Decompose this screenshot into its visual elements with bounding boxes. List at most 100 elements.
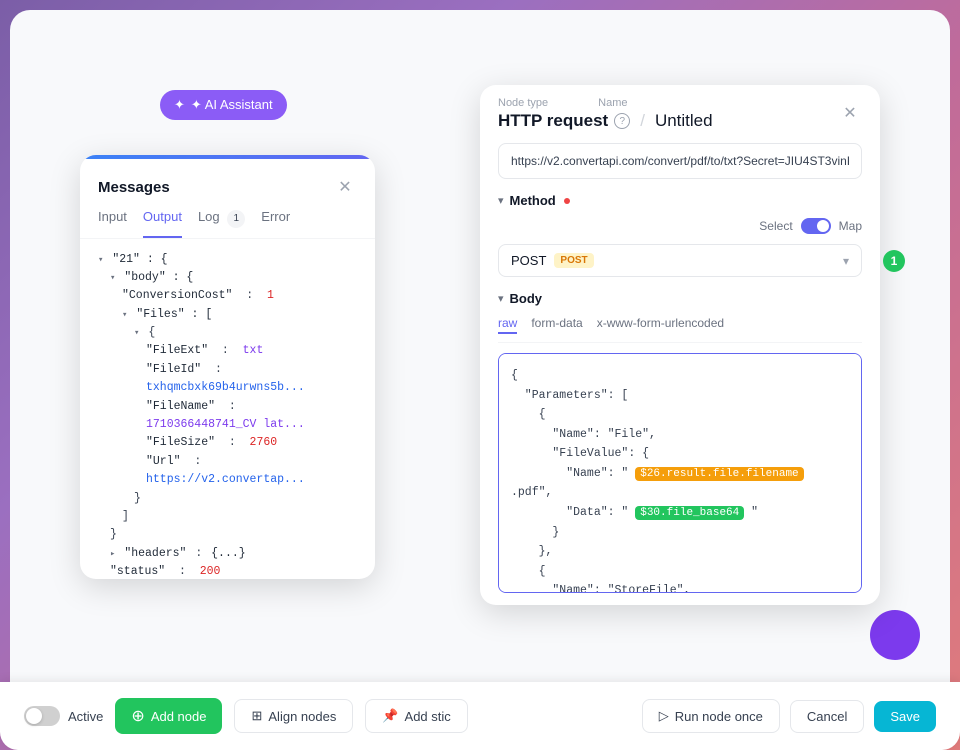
top-bar <box>10 10 950 66</box>
body-tab-form-data[interactable]: form-data <box>531 316 582 334</box>
plus-icon: ⊕ <box>131 706 144 726</box>
active-label: Active <box>68 709 103 724</box>
ai-assistant-button[interactable]: ✦ ✦ AI Assistant <box>160 90 287 120</box>
body-tab-raw[interactable]: raw <box>498 316 517 334</box>
body-section: ▾ Body raw form-data x-www-form-urlencod… <box>498 291 862 593</box>
required-indicator <box>564 198 570 204</box>
json-line-fileid: "FileId" : txhqmcbxk69b4urwns5b... <box>98 361 357 398</box>
tab-output[interactable]: Output <box>143 209 182 238</box>
json-line-5: ▾ { <box>98 324 357 342</box>
body-tabs: raw form-data x-www-form-urlencoded <box>498 316 862 343</box>
node-name-row: HTTP request ? / Untitled <box>498 111 713 131</box>
select-map-toggle-control[interactable] <box>801 218 831 234</box>
method-title: Method <box>510 193 556 208</box>
json-line-close-body: } <box>98 526 357 544</box>
active-toggle[interactable] <box>24 706 60 726</box>
ai-assistant-label: ✦ AI Assistant <box>191 97 273 113</box>
node-name-field[interactable]: Untitled <box>655 111 713 131</box>
select-label: Select <box>759 219 792 233</box>
align-nodes-button[interactable]: ⊞ Align nodes <box>234 699 353 733</box>
ai-icon: ✦ <box>174 97 185 113</box>
collapse-arrow-headers[interactable]: ▸ <box>110 547 115 561</box>
json-line-filename: "FileName" : 1710366448741_CV lat... <box>98 398 357 435</box>
code-line-11: "Name": "StoreFile", <box>511 581 849 593</box>
active-toggle-knob <box>26 708 42 724</box>
json-line-url: "Url" : https://v2.convertap... <box>98 453 357 490</box>
save-button[interactable]: Save <box>874 701 936 732</box>
body-title: Body <box>510 291 543 306</box>
json-line-close-obj: } <box>98 490 357 508</box>
select-map-toggle: Select Map <box>759 218 862 234</box>
tab-input[interactable]: Input <box>98 209 127 238</box>
messages-panel: Messages ✕ Input Output Log 1 Error ▾ "2… <box>80 155 375 579</box>
panel-title: Messages <box>98 179 170 196</box>
collapse-arrow-files[interactable]: ▾ <box>122 308 127 322</box>
map-label: Map <box>839 219 862 233</box>
json-line-2: ▾ "body" : { <box>98 269 357 287</box>
log-badge: 1 <box>227 210 245 228</box>
panel-content: ▾ "21" : { ▾ "body" : { "ConversionCost"… <box>80 239 375 579</box>
highlight-filebase64: $30.file_base64 <box>635 506 744 520</box>
align-icon: ⊞ <box>251 708 262 724</box>
method-label: POST <box>511 253 546 268</box>
code-line-8: } <box>511 523 849 543</box>
method-badge: POST <box>554 253 593 268</box>
json-line-1: ▾ "21" : { <box>98 251 357 269</box>
help-icon[interactable]: ? <box>614 113 630 129</box>
code-line-6: "Name": " $26.result.file.filename .pdf"… <box>511 464 849 503</box>
method-chevron[interactable]: ▾ <box>498 194 504 207</box>
tab-error[interactable]: Error <box>261 209 290 238</box>
highlight-filename: $26.result.file.filename <box>635 467 803 481</box>
http-request-panel: Node type Name HTTP request ? / Untitled… <box>480 85 880 605</box>
add-sticky-button[interactable]: 📌 Add stic <box>365 699 467 733</box>
code-line-2: "Parameters": [ <box>511 386 849 406</box>
toolbar-right: ▷ Run node once Cancel Save <box>642 699 936 733</box>
body-section-header: ▾ Body <box>498 291 862 306</box>
messages-panel-close-button[interactable]: ✕ <box>333 175 357 199</box>
collapse-arrow-body[interactable]: ▾ <box>110 271 115 285</box>
body-tab-urlencoded[interactable]: x-www-form-urlencoded <box>597 316 724 334</box>
method-select-dropdown[interactable]: POST POST ▾ <box>498 244 862 277</box>
code-line-4: "Name": "File", <box>511 425 849 445</box>
bottom-toolbar: Active ⊕ Add node ⊞ Align nodes 📌 Add st… <box>0 682 960 750</box>
code-line-10: { <box>511 562 849 582</box>
toggle-knob <box>817 220 829 232</box>
run-icon: ▷ <box>659 708 669 724</box>
code-line-7: "Data": " $30.file_base64 " <box>511 503 849 523</box>
json-line-status: "status" : 200 <box>98 563 357 578</box>
code-line-9: }, <box>511 542 849 562</box>
panel-header: Messages ✕ <box>80 159 375 199</box>
json-line-fileext: "FileExt" : txt <box>98 342 357 360</box>
divider-slash: / <box>640 111 645 131</box>
tab-log[interactable]: Log 1 <box>198 209 245 238</box>
collapse-arrow-21[interactable]: ▾ <box>98 253 103 267</box>
body-chevron[interactable]: ▾ <box>498 292 504 305</box>
method-section-header: ▾ Method <box>498 193 862 208</box>
code-line-5: "FileValue": { <box>511 444 849 464</box>
json-line-filesize: "FileSize" : 2760 <box>98 434 357 452</box>
code-line-1: { <box>511 366 849 386</box>
collapse-arrow-obj[interactable]: ▾ <box>134 326 139 340</box>
method-dropdown-arrow: ▾ <box>843 254 849 268</box>
http-panel-body: ▾ Method Select Map POST POST ▾ ▾ Body <box>480 131 880 605</box>
http-title: HTTP request <box>498 111 608 131</box>
panel-tabs: Input Output Log 1 Error <box>80 199 375 239</box>
active-toggle-group: Active <box>24 706 103 726</box>
run-node-button[interactable]: ▷ Run node once <box>642 699 780 733</box>
http-panel-close-button[interactable]: ✕ <box>838 101 862 125</box>
node-number-badge: 1 <box>883 250 905 272</box>
json-line-close-arr: ] <box>98 508 357 526</box>
code-line-3: { <box>511 405 849 425</box>
url-input[interactable] <box>498 143 862 179</box>
json-line-3: "ConversionCost" : 1 <box>98 287 357 305</box>
method-row: Select Map <box>498 218 862 234</box>
json-line-4: ▾ "Files" : [ <box>98 306 357 324</box>
json-line-headers: ▸ "headers" : {...} <box>98 545 357 563</box>
sticky-icon: 📌 <box>382 708 398 724</box>
name-field-label: Name <box>598 97 627 109</box>
code-editor[interactable]: { "Parameters": [ { "Name": "File", "Fil… <box>498 353 862 593</box>
http-panel-title-area: Node type Name HTTP request ? / Untitled <box>498 97 713 131</box>
chat-circle[interactable] <box>870 610 920 660</box>
cancel-button[interactable]: Cancel <box>790 700 864 733</box>
add-node-button[interactable]: ⊕ Add node <box>115 698 222 734</box>
